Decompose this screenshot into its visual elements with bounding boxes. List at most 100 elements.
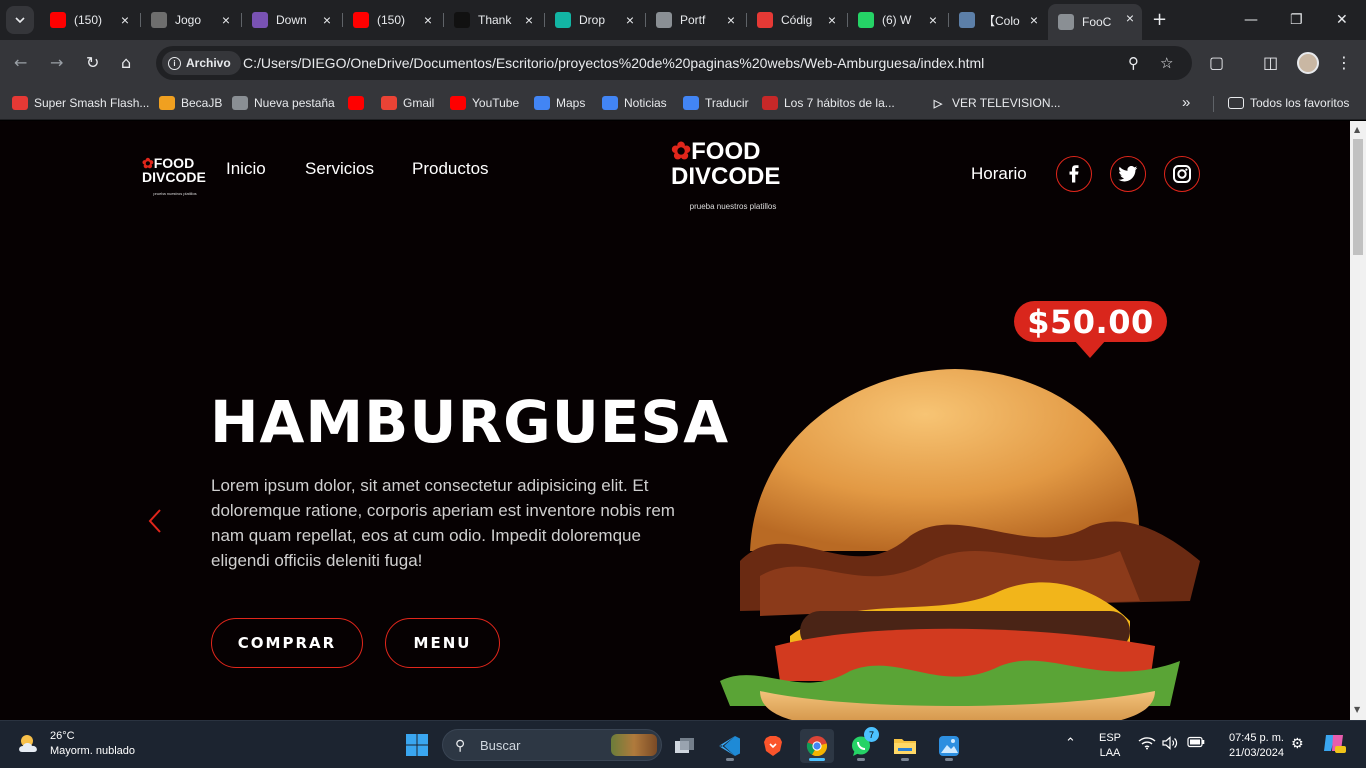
file-explorer-taskbar-button[interactable] — [888, 729, 922, 763]
show-hidden-icons-button[interactable]: ⌃ — [1065, 736, 1076, 752]
close-tab-icon[interactable]: × — [727, 12, 735, 28]
bookmark-item[interactable] — [348, 93, 370, 113]
minimize-button[interactable]: — — [1244, 10, 1258, 30]
browser-tab[interactable]: Portf × — [646, 6, 743, 34]
browser-tab[interactable]: (6) W × — [848, 6, 945, 34]
browser-tab[interactable]: 【Colo × — [949, 6, 1046, 34]
wifi-icon[interactable] — [1138, 736, 1156, 755]
nav-inicio[interactable]: Inicio — [226, 159, 266, 179]
page-scrollbar[interactable]: ▲ ▼ — [1350, 121, 1366, 720]
bookmark-item[interactable]: BecaJB — [159, 93, 222, 113]
partly-cloudy-icon[interactable] — [16, 732, 44, 756]
weather-desc: Mayorm. nublado — [50, 745, 135, 757]
bookmark-item[interactable]: Super Smash Flash... — [12, 93, 149, 113]
bookmark-item[interactable]: Maps — [534, 93, 585, 113]
bookmark-item[interactable]: ▷ VER TELEVISION... — [930, 93, 1060, 113]
bookmark-item[interactable]: YouTube — [450, 93, 519, 113]
photos-taskbar-button[interactable] — [932, 729, 966, 763]
profile-avatar[interactable] — [1297, 52, 1319, 74]
browser-tab[interactable]: FooC × — [1048, 4, 1142, 40]
globe-icon — [232, 96, 248, 110]
scroll-thumb[interactable] — [1353, 139, 1363, 255]
more-bookmarks-button[interactable]: » — [1182, 92, 1190, 112]
bookmark-item[interactable]: Los 7 hábitos de la... — [762, 93, 895, 113]
youtube-icon — [348, 96, 364, 110]
close-tab-icon[interactable]: × — [121, 12, 129, 28]
weather-widget[interactable]: 26°C Mayorm. nublado — [50, 729, 135, 759]
close-tab-icon[interactable]: × — [525, 12, 533, 28]
bookmark-item[interactable]: Nueva pestaña — [232, 93, 335, 113]
forward-button[interactable]: → — [50, 52, 63, 74]
task-view-button[interactable] — [668, 729, 702, 763]
copilot-icon[interactable] — [1322, 732, 1346, 759]
new-tab-button[interactable]: + — [1152, 10, 1167, 30]
zoom-icon[interactable]: ⚲ — [1128, 54, 1139, 72]
tab-title: Jogo — [175, 13, 202, 27]
address-bar[interactable]: i Archivo C:/Users/DIEGO/OneDrive/Docume… — [156, 46, 1192, 80]
bookmark-label: Nueva pestaña — [254, 96, 335, 110]
brave-taskbar-button[interactable] — [756, 729, 790, 763]
close-tab-icon[interactable]: × — [323, 12, 331, 28]
close-tab-icon[interactable]: × — [1126, 10, 1134, 26]
reload-button[interactable]: ↻ — [86, 52, 99, 74]
menu-kebab-icon[interactable]: ⋮ — [1336, 52, 1352, 74]
language-indicator[interactable]: ESP LAA — [1098, 731, 1122, 761]
facebook-icon — [1069, 165, 1079, 183]
logo-small[interactable]: ✿FOOD DIVCODE prueba nuestros platillos — [142, 156, 208, 201]
nav-servicios[interactable]: Servicios — [305, 159, 374, 179]
twitter-button[interactable] — [1110, 156, 1146, 192]
whatsapp-taskbar-button[interactable]: 7 — [844, 727, 879, 763]
bookmark-item[interactable]: Noticias — [602, 93, 667, 113]
all-bookmarks-button[interactable]: Todos los favoritos — [1228, 93, 1349, 113]
chrome-taskbar-button[interactable] — [800, 729, 834, 763]
tab-title: Códig — [781, 13, 813, 27]
volume-icon[interactable] — [1162, 736, 1178, 755]
prev-slide-arrow-icon[interactable] — [146, 507, 164, 535]
close-tab-icon[interactable]: × — [424, 12, 432, 28]
browser-tab[interactable]: Thank × — [444, 6, 541, 34]
clock[interactable]: 07:45 p. m. 21/03/2024 — [1214, 731, 1284, 761]
url-text[interactable]: C:/Users/DIEGO/OneDrive/Documentos/Escri… — [243, 55, 984, 71]
facebook-button[interactable] — [1056, 156, 1092, 192]
windows-start-icon[interactable] — [405, 733, 429, 757]
browser-tab[interactable]: (150) × — [40, 6, 137, 34]
close-tab-icon[interactable]: × — [828, 12, 836, 28]
side-panel-icon[interactable]: ◫ — [1263, 52, 1278, 74]
nav-horario[interactable]: Horario — [971, 164, 1027, 184]
tab-search-button[interactable] — [6, 6, 34, 34]
close-tab-icon[interactable]: × — [626, 12, 634, 28]
scroll-up-icon[interactable]: ▲ — [1354, 125, 1360, 134]
bookmark-item[interactable]: Traducir — [683, 93, 749, 113]
close-window-button[interactable]: ✕ — [1336, 10, 1348, 30]
bookmark-label: Gmail — [403, 96, 435, 110]
browser-tab[interactable]: (150) × — [343, 6, 440, 34]
menu-button[interactable]: MENU — [385, 618, 500, 668]
tab-title: Thank — [478, 13, 512, 27]
instagram-button[interactable] — [1164, 156, 1200, 192]
buy-button[interactable]: COMPRAR — [211, 618, 363, 668]
close-tab-icon[interactable]: × — [222, 12, 230, 28]
bookmark-item[interactable]: Gmail — [381, 93, 434, 113]
vscode-taskbar-button[interactable] — [713, 729, 747, 763]
browser-tab[interactable]: Jogo × — [141, 6, 238, 34]
logo-center[interactable]: ✿FOOD DIVCODE prueba nuestros platillos — [671, 139, 795, 219]
browser-tab[interactable]: Drop × — [545, 6, 642, 34]
close-tab-icon[interactable]: × — [929, 12, 937, 28]
bookmark-star-icon[interactable]: ☆ — [1160, 54, 1173, 72]
tab-title: (150) — [377, 13, 406, 27]
browser-tab[interactable]: Down × — [242, 6, 339, 34]
battery-icon[interactable] — [1187, 736, 1205, 753]
home-button[interactable]: ⌂ — [121, 52, 131, 74]
codigo-icon — [757, 12, 773, 28]
notifications-bell-icon[interactable]: ⚙ — [1291, 736, 1304, 752]
close-tab-icon[interactable]: × — [1030, 12, 1038, 28]
site-info-chip[interactable]: i Archivo — [162, 51, 241, 75]
browser-tab[interactable]: Códig × — [747, 6, 844, 34]
restore-button[interactable]: ❐ — [1290, 10, 1303, 30]
extensions-icon[interactable]: ▢ — [1209, 52, 1224, 74]
scroll-down-icon[interactable]: ▼ — [1354, 705, 1360, 714]
page-viewport: ✿FOOD DIVCODE prueba nuestros platillos … — [0, 121, 1350, 720]
taskbar-search[interactable]: ⚲ Buscar — [442, 729, 662, 761]
nav-productos[interactable]: Productos — [412, 159, 489, 179]
back-button[interactable]: ← — [14, 52, 27, 74]
